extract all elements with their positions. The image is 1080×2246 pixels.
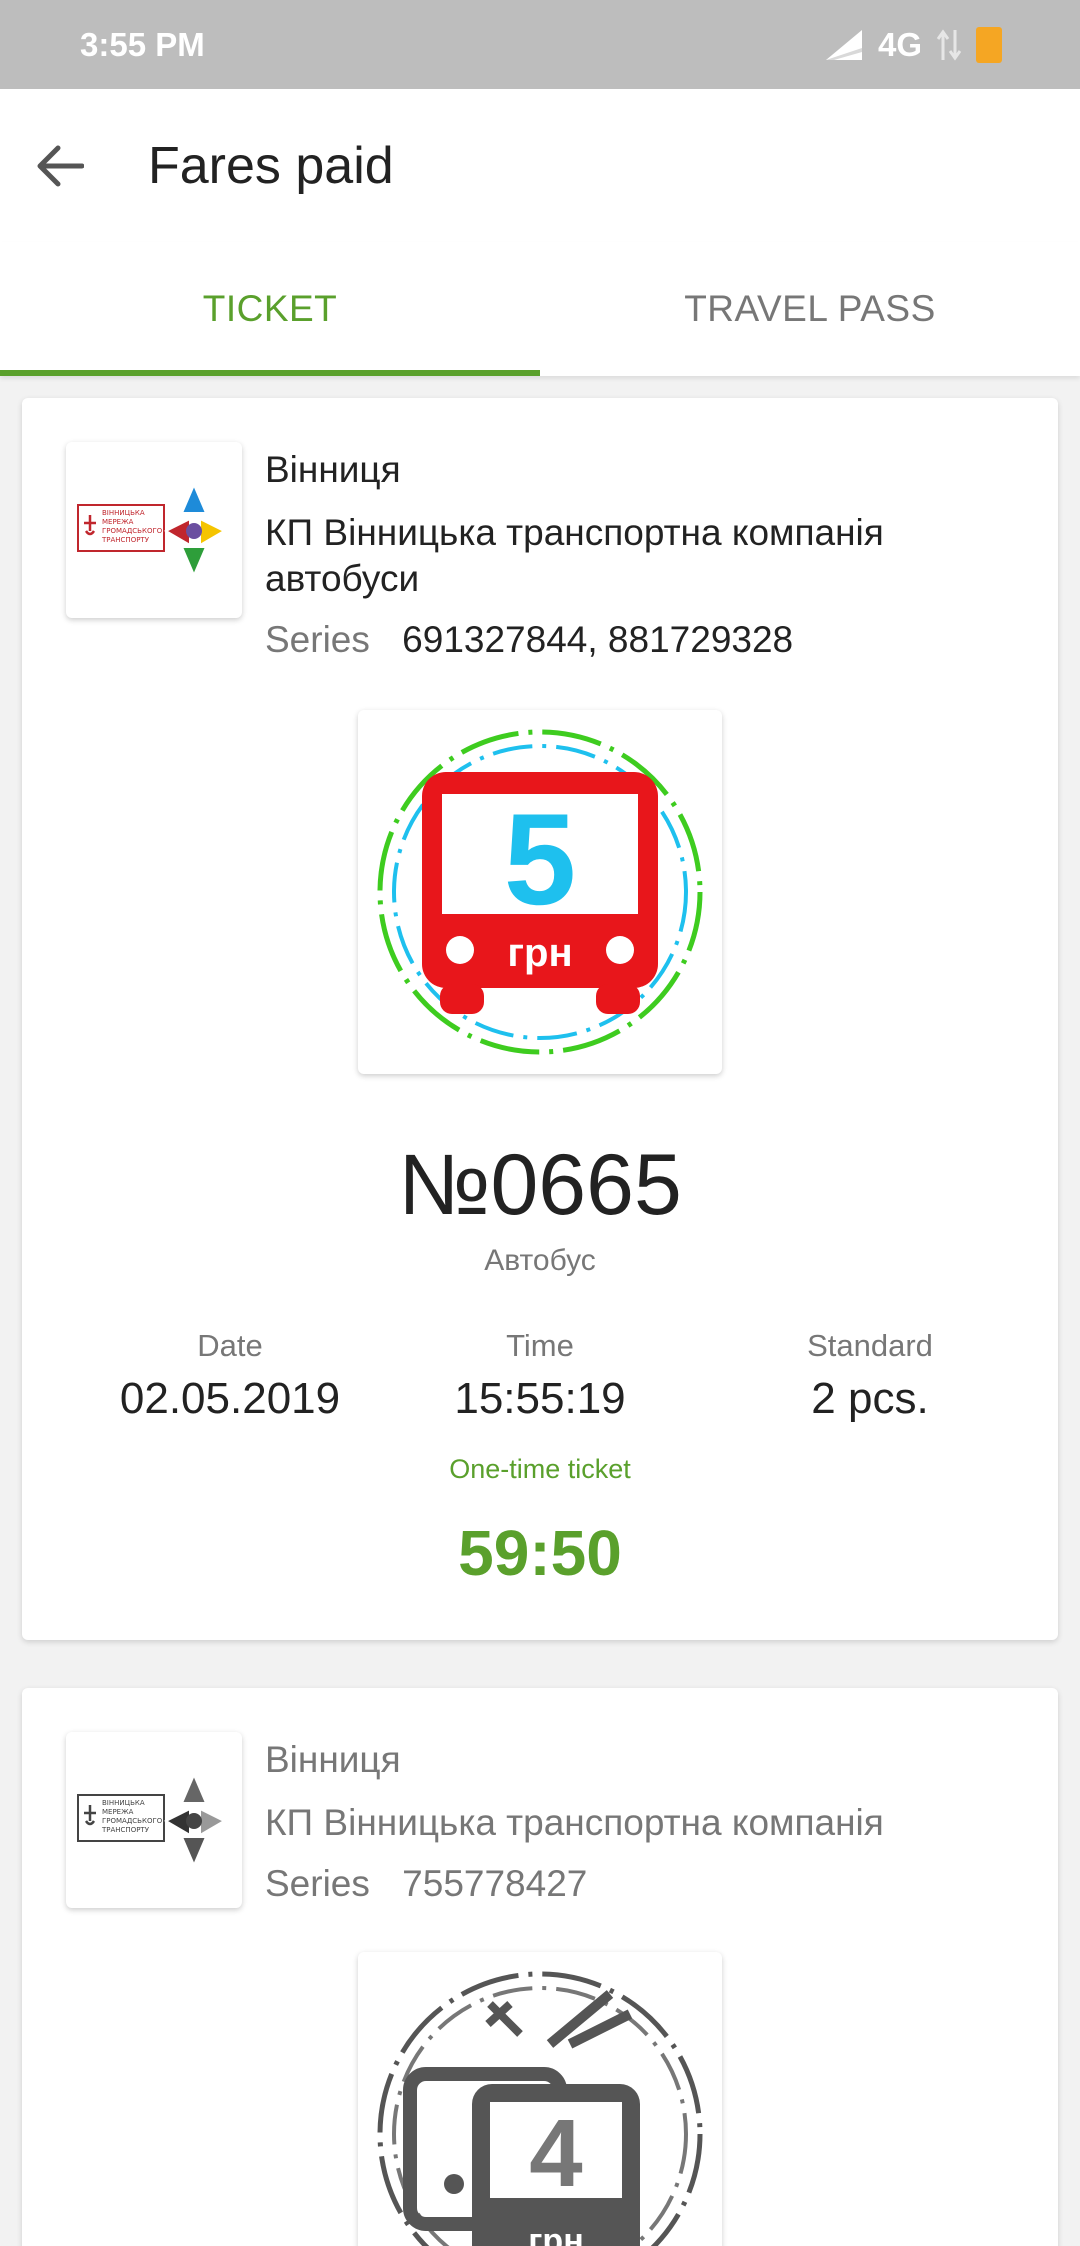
- series-label: Series: [265, 1863, 370, 1904]
- ticket-card[interactable]: ВІННИЦЬКА МЕРЕЖА ГРОМАДСЬКОГО ТРАНСПОРТУ…: [22, 1688, 1058, 2246]
- fare-image: 4 грн: [358, 1952, 722, 2246]
- svg-text:ВІННИЦЬКА: ВІННИЦЬКА: [102, 1799, 145, 1807]
- fare-image: 5 грн: [358, 710, 722, 1074]
- company-name: КП Вінницька транспортна компанія автобу…: [265, 512, 884, 599]
- ticket-card[interactable]: ВІННИЦЬКА МЕРЕЖА ГРОМАДСЬКОГО ТРАНСПОРТУ…: [22, 398, 1058, 1640]
- standard-value: 2 pcs.: [811, 1374, 929, 1423]
- city-name: Вінниця: [265, 449, 401, 490]
- carrier-logo: ВІННИЦЬКА МЕРЕЖА ГРОМАДСЬКОГО ТРАНСПОРТУ: [66, 1732, 242, 1908]
- svg-text:ГРОМАДСЬКОГО: ГРОМАДСЬКОГО: [102, 1817, 163, 1825]
- tab-ticket[interactable]: TICKET: [0, 242, 540, 376]
- fare-currency: грн: [528, 2222, 583, 2246]
- series-value: 755778427: [402, 1863, 588, 1904]
- status-time: 3:55 PM: [80, 25, 205, 63]
- carrier-logo: ВІННИЦЬКА МЕРЕЖА ГРОМАДСЬКОГО ТРАНСПОРТУ: [66, 442, 242, 618]
- fare-value: 5: [504, 786, 576, 932]
- app-bar: Fares paid: [0, 89, 1080, 242]
- date-label: Date: [197, 1328, 263, 1363]
- transport-type: Автобус: [484, 1244, 596, 1277]
- svg-text:ТРАНСПОРТУ: ТРАНСПОРТУ: [101, 536, 150, 544]
- data-arrows-icon: [936, 28, 962, 61]
- ticket-type: One-time ticket: [449, 1454, 631, 1484]
- series-value: 691327844, 881729328: [402, 619, 794, 660]
- svg-text:МЕРЕЖА: МЕРЕЖА: [102, 1808, 134, 1816]
- company-name: КП Вінницька транспортна компанія: [265, 1802, 884, 1843]
- time-stat: Time 15:55:19: [390, 1328, 690, 1424]
- ticket-stats: Date 02.05.2019 Time 15:55:19 Standard 2…: [22, 1328, 1058, 1438]
- series-label: Series: [265, 619, 370, 660]
- svg-text:ГРОМАДСЬКОГО: ГРОМАДСЬКОГО: [102, 527, 163, 535]
- series-row: Series 755778427: [265, 1862, 1025, 1906]
- date-value: 02.05.2019: [119, 1374, 341, 1423]
- series-row: Series 691327844, 881729328: [265, 618, 1025, 662]
- arrow-back-icon: [37, 145, 84, 186]
- ticket-number: №0665: [398, 1137, 682, 1233]
- trolleybus-fare-icon: 4 грн: [377, 1971, 703, 2246]
- bus-fare-icon: 5 грн: [377, 729, 703, 1055]
- vinnytsia-transport-logo-icon: ВІННИЦЬКА МЕРЕЖА ГРОМАДСЬКОГО ТРАНСПОРТУ: [77, 1772, 227, 1868]
- vinnytsia-transport-logo-icon: ВІННИЦЬКА МЕРЕЖА ГРОМАДСЬКОГО ТРАНСПОРТУ: [77, 482, 227, 578]
- countdown-timer: 59:50: [458, 1517, 622, 1589]
- page-title: Fares paid: [148, 136, 394, 195]
- date-stat: Date 02.05.2019: [80, 1328, 380, 1424]
- standard-label: Standard: [807, 1328, 933, 1363]
- status-bar: 3:55 PM 4G: [0, 0, 1080, 89]
- ticket-info: Вінниця КП Вінницька транспортна компані…: [265, 1738, 1025, 1906]
- network-type: 4G: [877, 25, 922, 63]
- time-label: Time: [506, 1328, 574, 1363]
- fare-currency: грн: [507, 931, 572, 975]
- svg-text:МЕРЕЖА: МЕРЕЖА: [102, 518, 134, 526]
- fare-value: 4: [529, 2100, 582, 2207]
- tab-bar: TICKET TRAVEL PASS: [0, 242, 1080, 376]
- svg-text:ВІННИЦЬКА: ВІННИЦЬКА: [102, 509, 145, 517]
- status-icons: 4G: [824, 26, 1002, 64]
- standard-stat: Standard 2 pcs.: [720, 1328, 1020, 1424]
- svg-text:ТРАНСПОРТУ: ТРАНСПОРТУ: [101, 1826, 150, 1834]
- back-button[interactable]: [0, 106, 120, 226]
- ticket-info: Вінниця КП Вінницька транспортна компані…: [265, 448, 1025, 662]
- city-name: Вінниця: [265, 1739, 401, 1780]
- tab-travel-pass[interactable]: TRAVEL PASS: [540, 242, 1080, 376]
- time-value: 15:55:19: [454, 1374, 626, 1423]
- battery-icon: [976, 26, 1002, 63]
- signal-icon: [825, 29, 862, 60]
